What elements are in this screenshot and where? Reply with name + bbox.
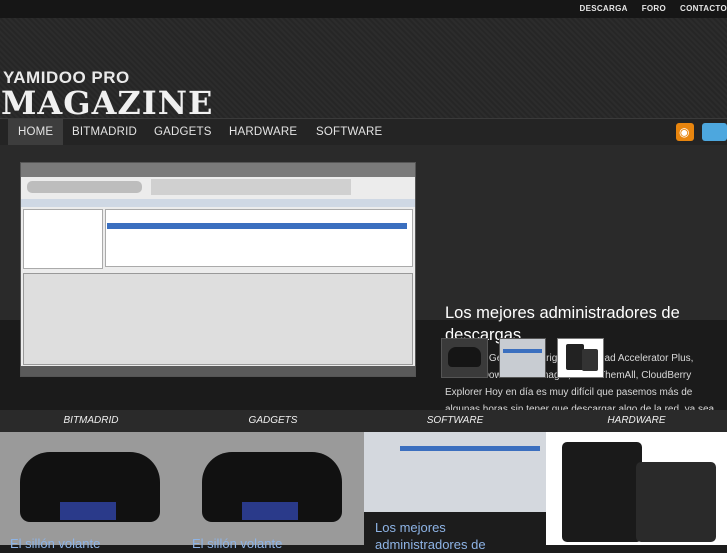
post-title-3[interactable]: Los mejores administradores de <box>375 519 535 553</box>
site-header: YAMIDOO PRO MAGAZINE <box>0 18 727 118</box>
category-gadgets[interactable]: GADGETS <box>182 410 364 432</box>
post-image-software[interactable] <box>364 432 546 512</box>
main-nav: HOME BITMADRID GADGETS HARDWARE SOFTWARE <box>0 118 727 146</box>
top-bar: DESCARGA FORO CONTACTO <box>0 0 727 18</box>
category-software[interactable]: SOFTWARE <box>364 410 546 432</box>
nav-home[interactable]: HOME <box>8 119 63 146</box>
top-link-descarga[interactable]: DESCARGA <box>580 0 628 18</box>
post-title-2[interactable]: El sillón volante <box>192 535 357 552</box>
logo-line2[interactable]: MAGAZINE <box>1 84 213 122</box>
thumb-ipad[interactable] <box>557 338 604 378</box>
featured-slider: Los mejores administradores de descargas… <box>0 145 727 410</box>
post-image-ipad[interactable] <box>546 432 727 545</box>
thumb-software[interactable] <box>499 338 546 378</box>
post-image-car-1[interactable] <box>0 432 182 545</box>
category-bitmadrid[interactable]: BITMADRID <box>0 410 182 432</box>
nav-gadgets[interactable]: GADGETS <box>154 119 212 146</box>
rss-icon[interactable]: ◉ <box>676 123 694 141</box>
nav-software[interactable]: SOFTWARE <box>316 119 382 146</box>
category-hardware[interactable]: HARDWARE <box>546 410 727 432</box>
top-links: DESCARGA FORO CONTACTO <box>566 0 727 18</box>
top-link-contacto[interactable]: CONTACTO <box>680 0 727 18</box>
featured-image[interactable] <box>20 162 416 377</box>
nav-bitmadrid[interactable]: BITMADRID <box>72 119 137 146</box>
thumb-car[interactable] <box>441 338 488 378</box>
post-title-1[interactable]: El sillón volante <box>10 535 175 552</box>
category-bar: BITMADRID GADGETS SOFTWARE HARDWARE <box>0 410 727 432</box>
nav-hardware[interactable]: HARDWARE <box>229 119 297 146</box>
top-link-foro[interactable]: FORO <box>642 0 666 18</box>
twitter-icon[interactable] <box>702 123 727 141</box>
post-image-car-2[interactable] <box>182 432 364 545</box>
